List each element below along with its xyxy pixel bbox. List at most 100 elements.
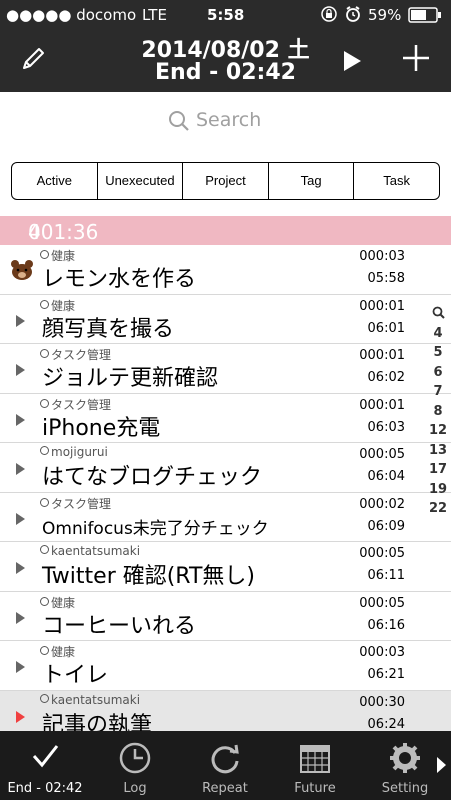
search-icon[interactable]	[426, 306, 450, 326]
nav-bar: 2014/08/02 土 End - 02:42	[0, 30, 451, 92]
task-row[interactable]: 健康 トイレ 000:03 06:21	[0, 641, 451, 691]
task-title: Twitter 確認(RT無し)	[42, 564, 256, 589]
play-arrow-icon[interactable]	[16, 463, 25, 475]
index-item[interactable]: 7	[426, 384, 450, 404]
task-duration: 000:03	[359, 645, 405, 660]
task-row[interactable]: mojigurui はてなブログチェック 000:05 06:04	[0, 443, 451, 493]
index-item[interactable]: 19	[426, 482, 450, 502]
segment-project[interactable]: Project	[183, 163, 269, 199]
task-title: iPhone充電	[42, 415, 161, 441]
task-duration: 000:05	[359, 595, 405, 611]
play-arrow-icon[interactable]	[16, 611, 25, 624]
section-index[interactable]: 4 5 6 7 8 12 13 17 19 22	[426, 306, 450, 521]
task-time: 06:11	[367, 568, 405, 583]
task-time: 05:58	[367, 271, 405, 286]
search-bar[interactable]: Search	[0, 108, 451, 136]
task-row[interactable]: 健康 顔写真を撮る 000:01 06:01	[0, 295, 451, 344]
status-bar: ●●●●● docomo LTE 5:58 59%	[0, 0, 451, 30]
search-icon	[168, 110, 190, 137]
play-icon[interactable]	[342, 50, 362, 76]
play-arrow-icon[interactable]	[16, 512, 25, 525]
task-time: 06:01	[367, 320, 405, 336]
task-title: Omnifocus未完了分チェック	[42, 518, 269, 539]
tab-label: Future	[294, 781, 336, 796]
task-duration: 000:01	[359, 348, 405, 363]
task-title: レモン水を作る	[42, 267, 197, 292]
index-item[interactable]: 17	[426, 462, 450, 482]
index-item[interactable]: 4	[426, 326, 450, 346]
tab-label: Log	[123, 781, 147, 796]
bear-icon	[10, 259, 34, 285]
nav-end-time: End - 02:42	[155, 60, 296, 85]
task-title: トイレ	[42, 663, 109, 688]
task-row[interactable]: 健康 レモン水を作る 000:03 05:58	[0, 245, 451, 295]
network-type: LTE	[142, 6, 167, 24]
clock-icon	[118, 741, 152, 779]
section-header: 4 - 5 001:36	[0, 216, 451, 292]
rotation-lock-icon	[320, 5, 338, 27]
task-duration: 000:05	[359, 546, 405, 561]
index-item[interactable]: 8	[426, 404, 450, 424]
play-arrow-icon[interactable]	[16, 413, 25, 426]
more-arrow-icon[interactable]	[437, 757, 446, 773]
play-arrow-icon[interactable]	[16, 661, 25, 673]
battery-icon	[408, 7, 442, 27]
segment-task[interactable]: Task	[354, 163, 439, 199]
section-time: 001:36	[28, 220, 99, 244]
segment-active[interactable]: Active	[12, 163, 98, 199]
segment-tag[interactable]: Tag	[269, 163, 355, 199]
task-row[interactable]: 健康 コーヒーいれる 000:05 06:16	[0, 592, 451, 641]
index-item[interactable]: 5	[426, 345, 450, 365]
task-title: ジョルテ更新確認	[42, 366, 219, 391]
segment-unexecuted[interactable]: Unexecuted	[98, 163, 184, 199]
tab-label: Setting	[381, 781, 429, 796]
task-tag: kaentatsumaki	[40, 544, 140, 558]
task-title: 顔写真を撮る	[42, 316, 175, 342]
play-arrow-icon[interactable]	[16, 710, 25, 723]
calendar-icon	[298, 741, 332, 779]
task-list: 健康 レモン水を作る 000:03 05:58 健康 顔写真を撮る 000:01…	[0, 245, 451, 740]
alarm-icon	[344, 5, 362, 27]
tab-label: Repeat	[202, 781, 248, 796]
task-row[interactable]: タスク管理 ジョルテ更新確認 000:01 06:02	[0, 344, 451, 394]
task-row[interactable]: タスク管理 iPhone充電 000:01 06:03	[0, 394, 451, 443]
task-row[interactable]: kaentatsumaki Twitter 確認(RT無し) 000:05 06…	[0, 542, 451, 592]
task-duration: 000:03	[359, 249, 405, 264]
filter-segmented-control: Active Unexecuted Project Tag Task	[11, 162, 440, 200]
play-arrow-icon[interactable]	[16, 562, 25, 574]
index-item[interactable]: 13	[426, 443, 450, 463]
task-time: 06:09	[367, 518, 405, 534]
task-title: コーヒーいれる	[42, 613, 197, 639]
play-arrow-icon[interactable]	[16, 364, 25, 376]
task-row[interactable]: タスク管理 Omnifocus未完了分チェック 000:02 06:09	[0, 493, 451, 542]
task-duration: 000:30	[359, 694, 405, 710]
checkmark-icon	[30, 741, 60, 775]
task-duration: 000:05	[359, 447, 405, 462]
tab-end[interactable]: End - 02:42	[0, 731, 90, 800]
task-time: 06:02	[367, 370, 405, 385]
search-placeholder: Search	[196, 109, 262, 131]
tab-bar: End - 02:42 Log Repeat Future Setting	[0, 731, 451, 800]
task-tag: kaentatsumaki	[40, 693, 140, 707]
task-tag: mojigurui	[40, 445, 108, 459]
task-duration: 000:01	[359, 298, 405, 314]
index-item[interactable]: 6	[426, 365, 450, 385]
gear-icon	[388, 741, 422, 779]
task-duration: 000:02	[359, 496, 405, 512]
task-duration: 000:01	[359, 397, 405, 413]
tab-label: End - 02:42	[7, 781, 83, 796]
index-item[interactable]: 22	[426, 501, 450, 521]
add-icon[interactable]	[402, 44, 430, 76]
carrier: ●●●●● docomo	[6, 6, 137, 24]
task-title: はてなブログチェック	[42, 465, 263, 490]
status-time: 5:58	[207, 6, 245, 24]
play-arrow-icon[interactable]	[16, 314, 25, 327]
tab-future[interactable]: Future	[270, 731, 360, 800]
tab-repeat[interactable]: Repeat	[180, 731, 270, 800]
task-tag: タスク管理	[40, 495, 111, 512]
index-item[interactable]: 12	[426, 423, 450, 443]
tab-log[interactable]: Log	[90, 731, 180, 800]
task-time: 06:16	[367, 617, 405, 633]
task-time: 06:03	[367, 419, 405, 435]
battery-percent: 59%	[368, 6, 402, 24]
